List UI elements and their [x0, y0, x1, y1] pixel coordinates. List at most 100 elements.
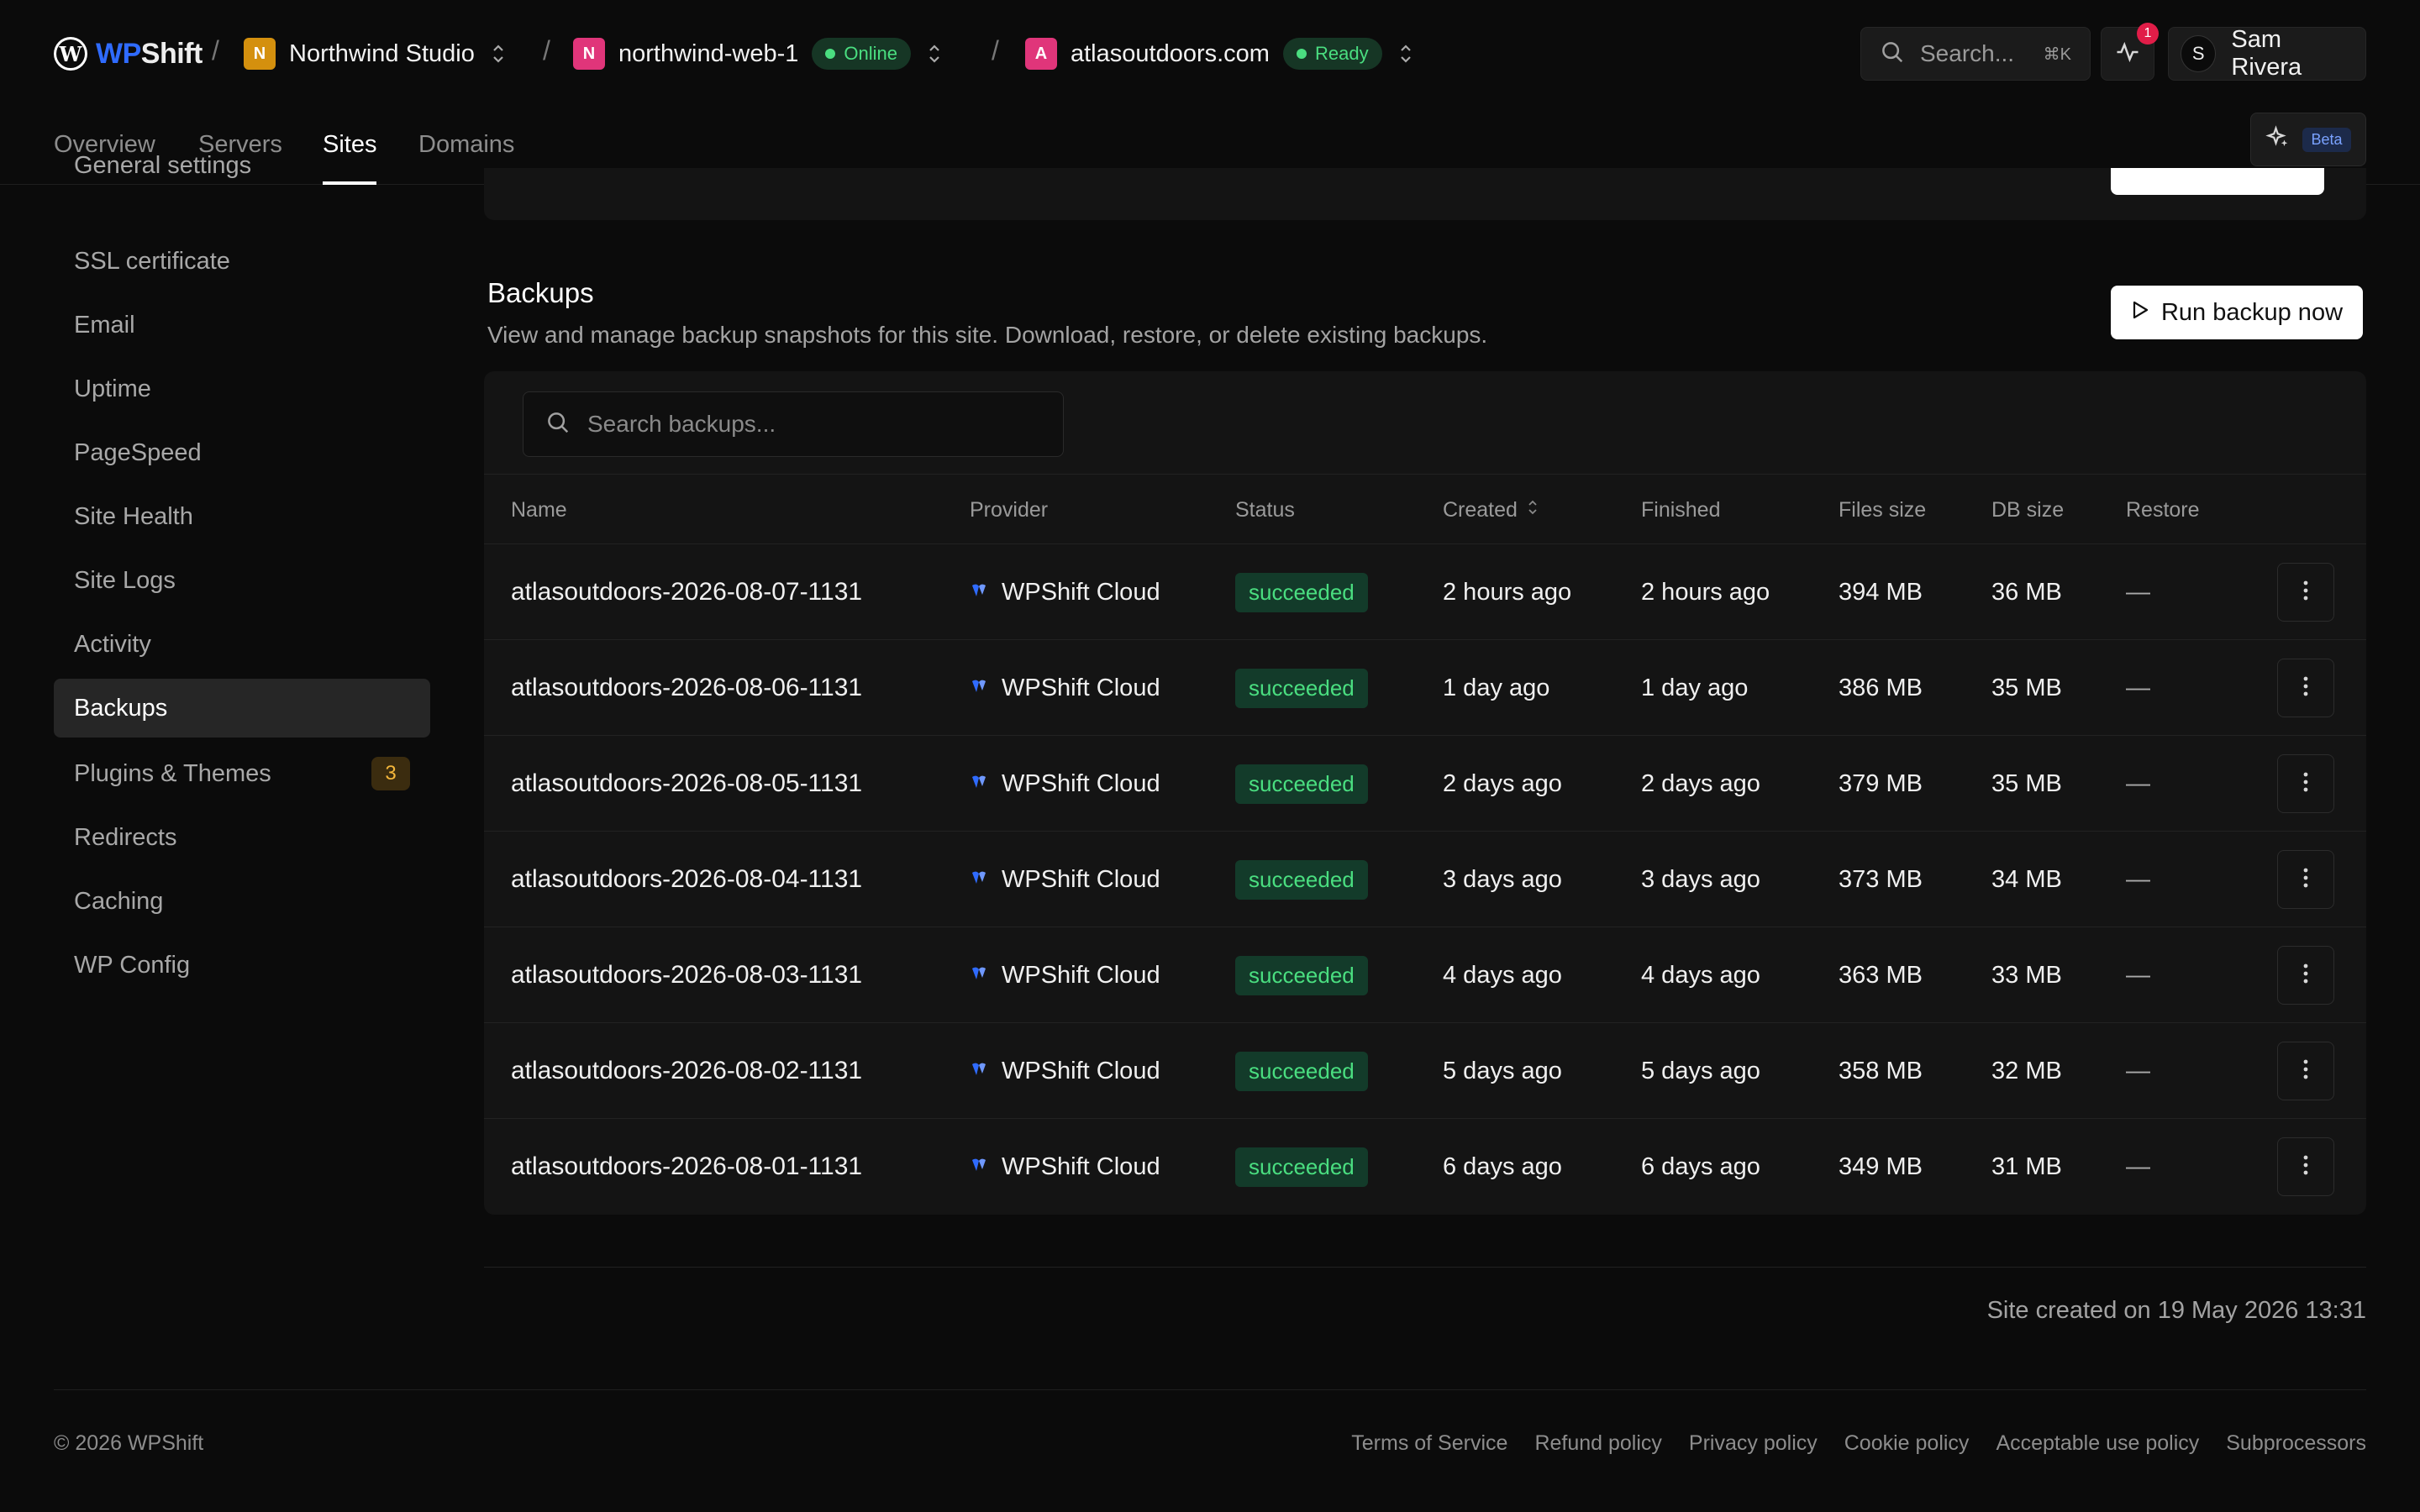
footer-link-subprocessors[interactable]: Subprocessors: [2226, 1431, 2366, 1456]
sidebar-item-site-logs[interactable]: Site Logs: [54, 551, 430, 610]
restore-status: —: [2126, 769, 2150, 797]
db-size: 33 MB: [1991, 961, 2062, 989]
created-time: 3 days ago: [1443, 865, 1562, 893]
status-badge: succeeded: [1235, 927, 1368, 1023]
breadcrumb-team[interactable]: N Northwind Studio: [244, 34, 508, 74]
row-actions-button[interactable]: [2277, 754, 2334, 813]
column-header-provider: Provider: [970, 497, 1049, 522]
sidebar-item-plugins-themes[interactable]: Plugins & Themes 3: [54, 744, 430, 803]
status-badge: succeeded: [1235, 1119, 1368, 1215]
user-name: Sam Rivera: [2231, 26, 2302, 81]
column-header-name: Name: [511, 497, 567, 522]
row-actions-button[interactable]: [2277, 659, 2334, 717]
sidebar-item-redirects[interactable]: Redirects: [54, 808, 430, 867]
sidebar-item-activity[interactable]: Activity: [54, 615, 430, 674]
wpshift-cloud-icon: [970, 1058, 988, 1085]
notification-count-badge: 1: [2137, 23, 2159, 45]
column-header-created[interactable]: Created: [1443, 475, 1539, 545]
sidebar-item-uptime[interactable]: Uptime: [54, 360, 430, 418]
footer-link-acceptable-use[interactable]: Acceptable use policy: [1996, 1431, 2199, 1456]
previous-section-card: [484, 168, 2366, 220]
more-vertical-icon: [2302, 1154, 2309, 1180]
search-icon: [545, 410, 571, 439]
sidebar-item-pagespeed[interactable]: PageSpeed: [54, 423, 430, 482]
status-badge: succeeded: [1235, 832, 1368, 927]
breadcrumb-site[interactable]: A atlasoutdoors.com Ready: [1025, 34, 1416, 74]
activity-button[interactable]: 1: [2101, 23, 2159, 81]
backup-name: atlasoutdoors-2026-08-03-1131: [511, 961, 863, 989]
backup-search-field[interactable]: [523, 391, 1064, 457]
created-time: 2 days ago: [1443, 769, 1562, 797]
brand-logo-link[interactable]: W WPShift: [54, 34, 203, 74]
row-actions-button[interactable]: [2277, 1137, 2334, 1196]
previous-section-button[interactable]: [2111, 168, 2324, 195]
top-bar: W WPShift / N Northwind Studio / N north…: [0, 0, 2420, 108]
restore-status: —: [2126, 865, 2150, 893]
files-size: 394 MB: [1839, 578, 1923, 606]
provider: WPShift Cloud: [970, 1119, 1160, 1215]
sidebar-item-email[interactable]: Email: [54, 296, 430, 354]
provider: WPShift Cloud: [970, 640, 1160, 736]
row-actions-button[interactable]: [2277, 563, 2334, 622]
footer-link-cookie[interactable]: Cookie policy: [1844, 1431, 1970, 1456]
created-time: 5 days ago: [1443, 1057, 1562, 1084]
provider: WPShift Cloud: [970, 927, 1160, 1023]
created-time: 2 hours ago: [1443, 578, 1572, 606]
activity-pulse-icon: [2115, 39, 2140, 69]
footer-link-terms[interactable]: Terms of Service: [1351, 1431, 1507, 1456]
backup-name: atlasoutdoors-2026-08-05-1131: [511, 769, 863, 797]
site-avatar: A: [1025, 38, 1057, 70]
row-actions-button[interactable]: [2277, 1042, 2334, 1100]
wpshift-cloud-icon: [970, 770, 988, 798]
ai-assistant-button[interactable]: Beta: [2250, 113, 2366, 166]
breadcrumb-separator: /: [992, 35, 999, 66]
status-dot-icon: [825, 49, 836, 59]
finished-time: 6 days ago: [1641, 1152, 1760, 1180]
sidebar-item-caching[interactable]: Caching: [54, 872, 430, 931]
user-menu-button[interactable]: S Sam Rivera: [2168, 26, 2366, 81]
beta-badge: Beta: [2302, 127, 2351, 152]
finished-time: 2 days ago: [1641, 769, 1760, 797]
sidebar-item-backups[interactable]: Backups: [54, 679, 430, 738]
backup-search-input[interactable]: [587, 411, 1041, 438]
search-shortcut: ⌘K: [2043, 45, 2071, 64]
db-size: 34 MB: [1991, 865, 2062, 893]
sidebar-item-general-settings[interactable]: General settings: [54, 136, 430, 195]
status-badge: succeeded: [1235, 544, 1368, 640]
table-row: atlasoutdoors-2026-08-03-1131 WPShift Clo…: [484, 927, 2366, 1023]
wpshift-cloud-icon: [970, 1153, 988, 1181]
row-actions-button[interactable]: [2277, 850, 2334, 909]
row-actions-button[interactable]: [2277, 946, 2334, 1005]
created-time: 1 day ago: [1443, 674, 1550, 701]
finished-time: 1 day ago: [1641, 674, 1749, 701]
column-header-status: Status: [1235, 497, 1295, 522]
more-vertical-icon: [2302, 771, 2309, 797]
more-vertical-icon: [2302, 963, 2309, 989]
table-row: atlasoutdoors-2026-08-01-1131 WPShift Clo…: [484, 1119, 2366, 1215]
section-description: View and manage backup snapshots for thi…: [487, 322, 1488, 348]
footer-link-refund[interactable]: Refund policy: [1534, 1431, 1661, 1456]
files-size: 373 MB: [1839, 865, 1923, 893]
provider: WPShift Cloud: [970, 544, 1160, 640]
footer-link-privacy[interactable]: Privacy policy: [1689, 1431, 1818, 1456]
sidebar-item-site-health[interactable]: Site Health: [54, 487, 430, 546]
created-time: 4 days ago: [1443, 961, 1562, 989]
avatar: S: [2181, 35, 2217, 72]
created-time: 6 days ago: [1443, 1152, 1562, 1180]
footer-divider: [54, 1389, 2366, 1390]
backup-name: atlasoutdoors-2026-08-06-1131: [511, 674, 863, 701]
more-vertical-icon: [2302, 580, 2309, 606]
sidebar-item-ssl-certificate[interactable]: SSL certificate: [54, 232, 430, 291]
status-dot-icon: [1296, 49, 1307, 59]
search-icon: [1880, 39, 1905, 69]
run-backup-button[interactable]: Run backup now: [2111, 286, 2363, 339]
column-header-db-size: DB size: [1991, 497, 2065, 522]
wpshift-cloud-icon: [970, 866, 988, 894]
breadcrumb-server[interactable]: N northwind-web-1 Online: [573, 34, 944, 74]
global-search-button[interactable]: Search... ⌘K: [1860, 27, 2091, 81]
provider: WPShift Cloud: [970, 736, 1160, 832]
sidebar-item-wp-config[interactable]: WP Config: [54, 936, 430, 995]
wpshift-cloud-icon: [970, 962, 988, 990]
backup-name: atlasoutdoors-2026-08-07-1131: [511, 578, 863, 606]
table-row: atlasoutdoors-2026-08-07-1131 WPShift Clo…: [484, 544, 2366, 640]
